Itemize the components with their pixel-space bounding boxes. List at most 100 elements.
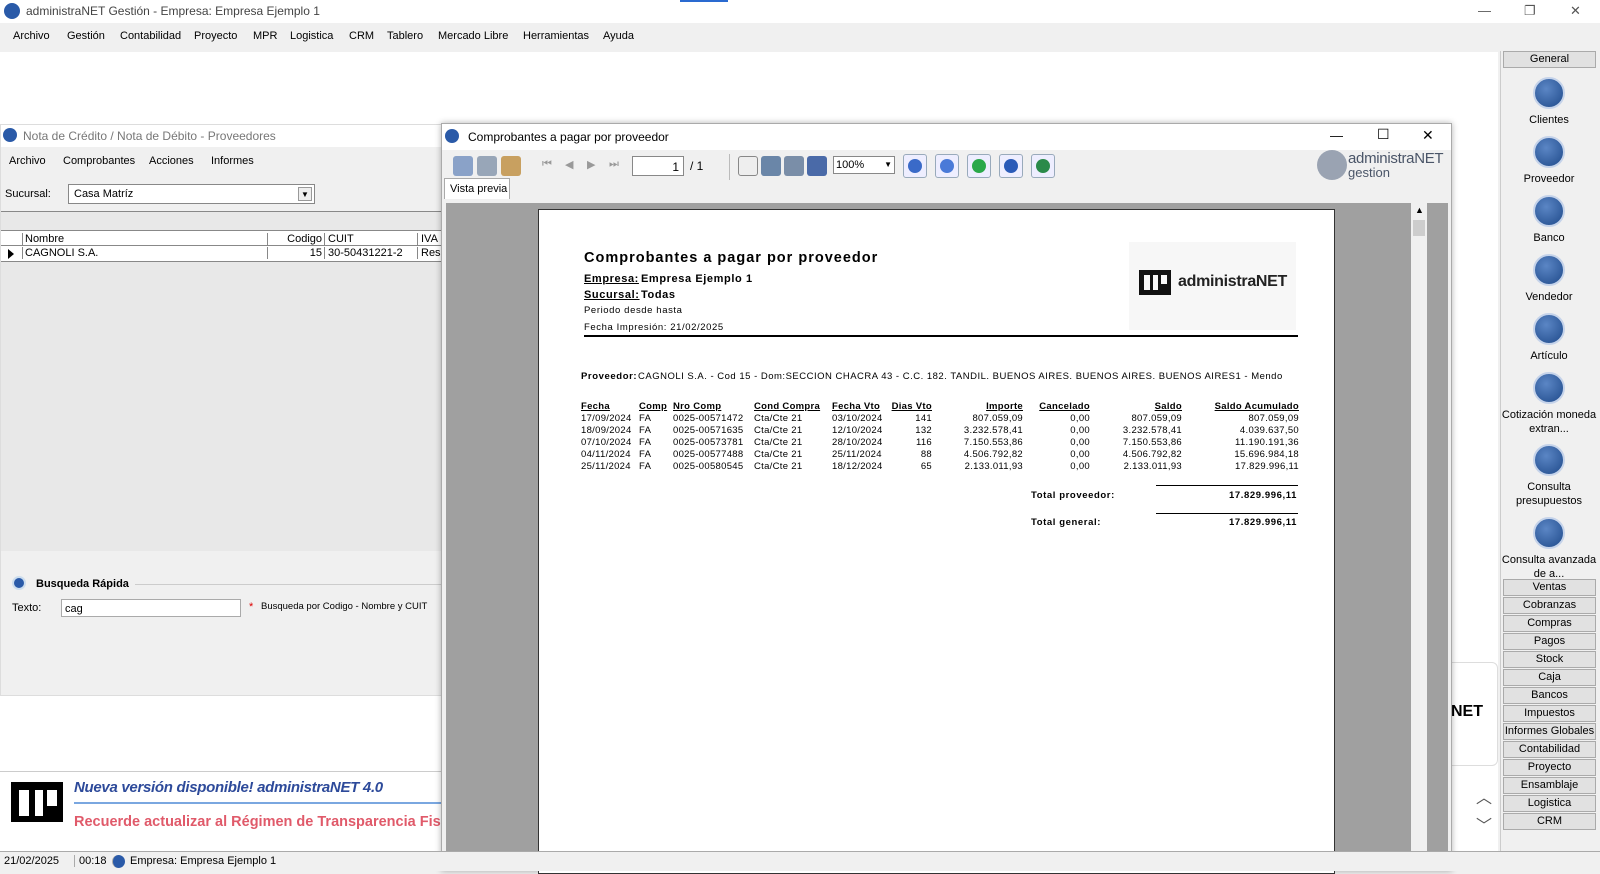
zoom-chevron-down-icon[interactable]: ▼ <box>884 160 892 169</box>
scrollbar-up-icon[interactable]: ▲ <box>1415 205 1424 215</box>
scrollbar-thumb[interactable] <box>1413 220 1425 236</box>
sidebar-general[interactable]: General <box>1503 51 1596 68</box>
sucursal-select[interactable]: Casa Matríz ▼ <box>68 184 315 204</box>
zoom-select[interactable]: 100% ▼ <box>833 156 895 174</box>
prev-page-icon[interactable]: ◀ <box>565 158 573 171</box>
restore-icon[interactable]: ❐ <box>1524 3 1536 19</box>
sidebar-section-ventas[interactable]: Ventas <box>1503 579 1596 596</box>
sidebar-item-banco[interactable]: Banco <box>1501 195 1597 245</box>
preview-scrollbar[interactable]: ▲ <box>1411 203 1427 871</box>
sidebar-section-ensamblaje[interactable]: Ensamblaje <box>1503 777 1596 794</box>
tree-icon[interactable] <box>501 156 521 176</box>
sidebar-item-articulo[interactable]: Artículo <box>1501 313 1597 363</box>
col-codigo[interactable]: Codigo <box>267 233 324 245</box>
status-empresa-icon <box>112 855 125 868</box>
next-page-icon[interactable]: ▶ <box>587 158 595 171</box>
sidebar-item-cotizacion[interactable]: Cotización moneda extran... <box>1501 372 1597 436</box>
th-importe: Importe <box>986 401 1023 412</box>
nota-title: Nota de Crédito / Nota de Débito - Prove… <box>23 129 276 143</box>
status-date: 21/02/2025 <box>4 855 60 867</box>
sidebar-section-bancos[interactable]: Bancos <box>1503 687 1596 704</box>
menu-archivo[interactable]: Archivo <box>13 30 50 42</box>
banner-line2[interactable]: Recuerde actualizar al Régimen de Transp… <box>74 814 441 830</box>
sidebar-section-informes-globales[interactable]: Informes Globales <box>1503 723 1596 740</box>
minimize-icon[interactable]: — <box>1478 3 1491 18</box>
copy-icon[interactable] <box>453 156 473 176</box>
sidebar-section-cobranzas[interactable]: Cobranzas <box>1503 597 1596 614</box>
menu-mercado-libre[interactable]: Mercado Libre <box>438 30 508 42</box>
texto-input[interactable]: cag <box>61 599 241 617</box>
paper-periodo: Periodo desde hasta <box>584 305 683 316</box>
print-icon[interactable] <box>477 156 497 176</box>
col-cuit[interactable]: CUIT <box>324 233 417 245</box>
row-cuit: 30-50431221-2 <box>324 247 417 259</box>
sidebar-item-proveedor[interactable]: Proveedor <box>1501 136 1597 186</box>
menu-proyecto[interactable]: Proyecto <box>194 30 237 42</box>
cancel-icon[interactable] <box>738 156 758 176</box>
sidebar-section-impuestos[interactable]: Impuestos <box>1503 705 1596 722</box>
sidebar-section-logistica[interactable]: Logistica <box>1503 795 1596 812</box>
sidebar-section-compras[interactable]: Compras <box>1503 615 1596 632</box>
find-icon[interactable] <box>784 156 804 176</box>
sidebar-section-pagos[interactable]: Pagos <box>1503 633 1596 650</box>
tab-vista-previa-label: Vista previa <box>450 183 508 195</box>
nota-menu-comprobantes[interactable]: Comprobantes <box>63 155 135 167</box>
export-icon[interactable] <box>761 156 781 176</box>
menu-contabilidad[interactable]: Contabilidad <box>120 30 181 42</box>
report-close-icon[interactable]: ✕ <box>1422 127 1434 144</box>
menu-crm[interactable]: CRM <box>349 30 374 42</box>
menu-tablero[interactable]: Tablero <box>387 30 423 42</box>
tab-vista-previa[interactable]: Vista previa <box>444 178 510 199</box>
menu-ayuda[interactable]: Ayuda <box>603 30 634 42</box>
update-banner: Nueva versión disponible! administraNET … <box>0 771 442 851</box>
table-cell: 07/10/2024 <box>581 437 632 448</box>
page-total: / 1 <box>690 159 704 173</box>
excel-icon[interactable] <box>1031 154 1055 178</box>
email-icon[interactable] <box>903 154 927 178</box>
page-input[interactable]: 1 <box>632 156 684 176</box>
outlook-icon[interactable] <box>999 154 1023 178</box>
table-cell: 28/10/2024 <box>832 437 883 448</box>
menu-herramientas[interactable]: Herramientas <box>523 30 589 42</box>
report-maximize-icon[interactable]: ☐ <box>1377 126 1390 143</box>
sidebar-section-proyecto[interactable]: Proyecto <box>1503 759 1596 776</box>
sidebar-item-clientes[interactable]: Clientes <box>1501 77 1597 127</box>
pdf-icon[interactable] <box>935 154 959 178</box>
nota-menu-archivo[interactable]: Archivo <box>9 155 46 167</box>
nota-menu-acciones[interactable]: Acciones <box>149 155 194 167</box>
report-minimize-icon[interactable]: — <box>1330 128 1343 143</box>
scroll-down-icon[interactable]: ﹀ <box>1476 812 1492 836</box>
first-page-icon[interactable]: ⏮ <box>542 158 552 171</box>
chevron-down-icon[interactable]: ▼ <box>298 187 312 201</box>
sidebar-section-caja[interactable]: Caja <box>1503 669 1596 686</box>
sidebar-item-consulta-presupuestos[interactable]: Consulta presupuestos <box>1501 444 1597 508</box>
table-cell: 3.232.578,41 <box>963 425 1023 436</box>
menu-logistica[interactable]: Logistica <box>290 30 333 42</box>
close-icon[interactable]: ✕ <box>1570 3 1581 19</box>
table-cell: 2.133.011,93 <box>964 461 1023 472</box>
nota-menu-informes[interactable]: Informes <box>211 155 254 167</box>
consulta-presupuestos-icon <box>1533 444 1565 476</box>
table-cell: 0025-00573781 <box>673 437 744 448</box>
clientes-icon <box>1533 77 1565 109</box>
whatsapp-icon[interactable] <box>967 154 991 178</box>
table-cell: Cta/Cte 21 <box>754 425 803 436</box>
col-nombre[interactable]: Nombre <box>22 233 267 245</box>
sidebar-section-contabilidad[interactable]: Contabilidad <box>1503 741 1596 758</box>
paper-proveedor-value: CAGNOLI S.A. - Cod 15 - Dom:SECCION CHAC… <box>638 371 1283 382</box>
table-row[interactable]: CAGNOLI S.A. 15 30-50431221-2 Res <box>1 246 443 262</box>
last-page-icon[interactable]: ⏭ <box>609 158 619 171</box>
sidebar-item-consulta-avanzada[interactable]: Consulta avanzada de a... <box>1501 517 1597 581</box>
sidebar-item-vendedor[interactable]: Vendedor <box>1501 254 1597 304</box>
menu-gestion[interactable]: Gestión <box>67 30 105 42</box>
table-cell: 132 <box>915 425 932 436</box>
banner-line1[interactable]: Nueva versión disponible! administraNET … <box>74 779 383 796</box>
sidebar-section-stock[interactable]: Stock <box>1503 651 1596 668</box>
sidebar-section-crm[interactable]: CRM <box>1503 813 1596 830</box>
menu-mpr[interactable]: MPR <box>253 30 277 42</box>
nota-credito-window: Nota de Crédito / Nota de Débito - Prove… <box>0 124 443 696</box>
binoculars-icon[interactable] <box>807 156 827 176</box>
scroll-up-icon[interactable]: ︿ <box>1476 784 1492 808</box>
nota-title-bar: Nota de Crédito / Nota de Débito - Prove… <box>1 125 443 147</box>
table-row: 17/09/2024 FA 0025-00571472 Cta/Cte 21 03/10… <box>581 413 1299 425</box>
